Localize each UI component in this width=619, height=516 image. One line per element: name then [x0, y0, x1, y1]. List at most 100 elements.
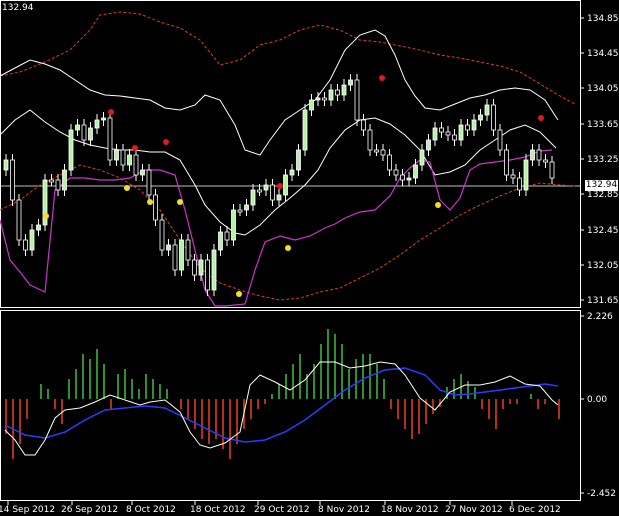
candle-body — [328, 89, 334, 101]
candle-body — [432, 127, 438, 141]
candle-body — [270, 184, 275, 201]
candle-body — [517, 177, 522, 191]
signal-dot — [108, 109, 114, 115]
candle-body — [127, 154, 132, 166]
chart-window[interactable]: 132.94 134.85 134.45 134.05 133.65 133.2… — [0, 0, 619, 516]
candle-body — [283, 174, 288, 196]
candle-body — [374, 149, 379, 153]
candle-body — [218, 231, 223, 251]
candle-body — [94, 119, 100, 129]
candle-body — [153, 194, 158, 221]
magenta-line — [0, 149, 553, 307]
candle-body — [302, 109, 308, 151]
candle-body — [10, 159, 15, 201]
x-tick-label: 8 Oct 2012 — [126, 505, 176, 515]
candle-body — [88, 127, 93, 141]
oscillator-signal-white — [4, 361, 559, 456]
candle-body — [179, 239, 184, 271]
candle-body — [367, 129, 373, 151]
price-tick-label: 134.05 — [587, 84, 619, 94]
x-tick-label: 18 Nov 2012 — [381, 505, 439, 515]
candle-body — [400, 174, 405, 181]
osc-tick-label: 2.226 — [587, 312, 613, 322]
signal-dot — [147, 199, 153, 205]
candle-body — [140, 169, 145, 176]
signal-dot — [538, 115, 544, 121]
price-y-axis: 134.85 134.45 134.05 133.65 133.25 132.8… — [580, 14, 619, 306]
candle-body — [114, 149, 119, 161]
signal-dot — [132, 145, 138, 151]
candle-body — [192, 259, 197, 276]
signal-dot — [43, 213, 49, 219]
candle-body — [445, 131, 451, 136]
price-tick-label: 134.85 — [587, 14, 619, 24]
candle-body — [133, 154, 139, 176]
candle-body — [250, 189, 256, 206]
candle-body — [465, 124, 470, 131]
candle-body — [263, 184, 269, 191]
candle-body — [29, 229, 35, 251]
candle-body — [497, 129, 503, 151]
candle-body — [510, 174, 516, 179]
x-tick-label: 14 Sep 2012 — [0, 505, 55, 515]
candle-body — [413, 164, 418, 179]
candle-body — [289, 169, 295, 176]
outer-band-upper — [0, 11, 576, 105]
candle-body — [276, 194, 282, 201]
candle-body — [380, 149, 386, 156]
price-tick-label: 134.45 — [587, 49, 619, 59]
candle-body — [23, 239, 28, 251]
candle-body — [198, 259, 204, 276]
candle-body — [523, 159, 529, 191]
candle-body — [471, 119, 477, 131]
candle-body — [419, 149, 425, 166]
candle-body — [296, 149, 301, 171]
x-tick-label: 18 Oct 2012 — [190, 505, 246, 515]
candle-body — [315, 97, 321, 101]
price-tick-label: 132.45 — [587, 226, 619, 236]
candle-body — [185, 239, 191, 261]
candle-body — [159, 219, 165, 251]
candle-body — [309, 99, 314, 111]
candle-body — [549, 161, 555, 179]
osc-tick-label: 0.00 — [587, 395, 607, 405]
x-tick-label: 27 Nov 2012 — [445, 505, 503, 515]
signal-dot — [379, 75, 385, 81]
candle-body — [16, 199, 22, 241]
price-tick-label: 131.65 — [587, 296, 619, 306]
price-chart[interactable]: 134.85 134.45 134.05 133.65 133.25 132.8… — [0, 0, 619, 516]
candle-body — [393, 169, 399, 176]
signal-dot — [277, 183, 283, 189]
price-tick-label: 133.65 — [587, 120, 619, 130]
candle-body — [81, 124, 87, 141]
candle-body — [406, 177, 412, 181]
candle-body — [341, 84, 347, 96]
candle-body — [484, 104, 490, 116]
x-tick-label: 26 Sep 2012 — [61, 505, 118, 515]
signal-dot — [163, 139, 169, 145]
candle-body — [452, 134, 457, 141]
candle-body — [166, 244, 171, 251]
signal-dot — [177, 199, 183, 205]
candle-body — [478, 114, 483, 121]
candle-body — [257, 189, 262, 193]
x-tick-label: 8 Nov 2012 — [318, 505, 370, 515]
candle-body — [530, 149, 535, 161]
candle-body — [75, 124, 80, 131]
price-panel-frame — [0, 0, 581, 308]
candle-body — [361, 119, 366, 131]
candle-body — [36, 224, 41, 231]
current-price-tag: 132.94 — [585, 180, 618, 191]
candle-body — [491, 104, 496, 131]
candle-body — [120, 149, 126, 166]
candle-body — [335, 89, 340, 96]
candle-body — [536, 149, 542, 161]
candle-body — [237, 209, 243, 213]
x-axis: 14 Sep 2012 26 Sep 2012 8 Oct 2012 18 Oc… — [0, 501, 561, 515]
candle-body — [504, 149, 509, 176]
candle-body — [224, 231, 230, 241]
signal-dot — [236, 291, 242, 297]
candle-body — [49, 179, 54, 183]
candle-body — [68, 129, 74, 171]
candle-body — [172, 244, 178, 271]
